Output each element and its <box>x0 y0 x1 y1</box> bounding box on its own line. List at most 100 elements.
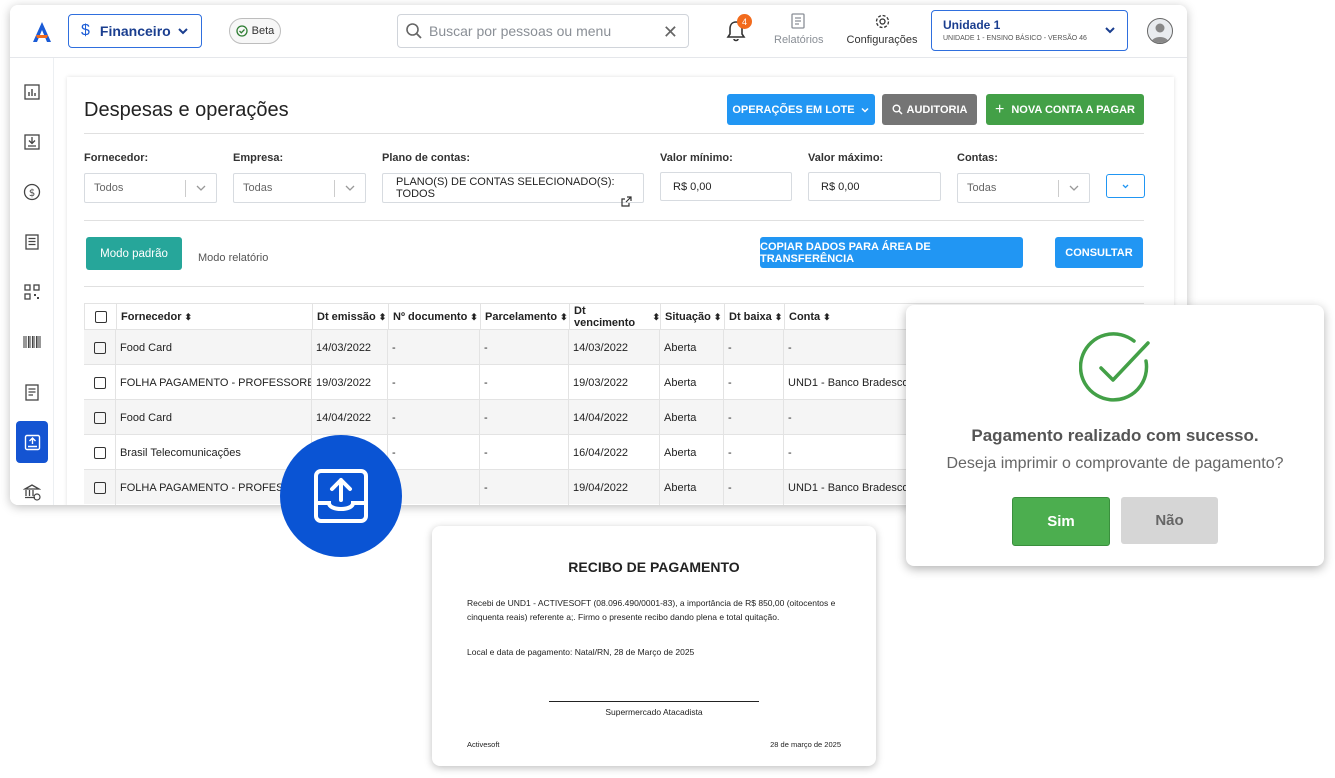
cell-supplier: Food Card <box>116 330 312 365</box>
payment-success-dialog: Pagamento realizado com sucesso. Deseja … <box>906 305 1324 566</box>
col-write-off-date[interactable]: Dt baixa ⬍ <box>725 304 785 330</box>
reports-link[interactable]: Relatórios <box>774 13 824 46</box>
decline-print-button[interactable]: Não <box>1121 497 1218 544</box>
query-button[interactable]: CONSULTAR <box>1055 237 1143 268</box>
cell-status: Aberta <box>660 400 724 435</box>
new-bill-button[interactable]: + NOVA CONTA A PAGAR <box>986 94 1144 125</box>
sidebar-item-barcode[interactable] <box>16 321 48 363</box>
accounts-select[interactable]: Todas <box>957 173 1090 203</box>
payment-receipt: RECIBO DE PAGAMENTO Recebi de UND1 - ACT… <box>432 526 876 766</box>
col-document-number[interactable]: Nº documento ⬍ <box>389 304 481 330</box>
cell-account: UND1 - Banco Bradesco <box>788 376 909 389</box>
audit-button[interactable]: AUDITORIA <box>882 94 977 125</box>
company-select[interactable]: Todas <box>233 173 366 203</box>
plus-icon: + <box>995 100 1005 118</box>
cell-supplier: FOLHA PAGAMENTO - PROFESSORES <box>116 365 312 400</box>
module-label: Financeiro <box>99 23 171 39</box>
min-value-label: Valor mínimo: <box>660 152 733 164</box>
receipt-place-date: Local e data de pagamento: Natal/RN, 28 … <box>467 647 695 657</box>
module-selector[interactable]: $ Financeiro <box>68 14 202 48</box>
row-checkbox[interactable] <box>93 411 106 424</box>
min-value-input[interactable]: R$ 0,00 <box>660 172 792 201</box>
select-separator <box>1058 180 1059 197</box>
settings-link[interactable]: Configurações <box>846 13 918 46</box>
app-logo-icon[interactable] <box>30 20 54 44</box>
sidebar-item-documents[interactable] <box>16 221 48 263</box>
unit-selector[interactable]: Unidade 1 UNIDADE 1 - ENSINO BÁSICO - VE… <box>931 10 1128 51</box>
sidebar-item-finance[interactable]: $ <box>16 171 48 213</box>
col-due-date[interactable]: Dt vencimento ⬍ <box>570 304 661 330</box>
cell-status: Aberta <box>660 330 724 365</box>
cell-write-off-date: - <box>724 435 784 470</box>
sidebar-item-qrcode[interactable] <box>16 271 48 313</box>
expand-filters-button[interactable] <box>1106 174 1145 198</box>
select-all-checkbox[interactable] <box>94 311 107 323</box>
col-supplier[interactable]: Fornecedor ⬍ <box>117 304 313 330</box>
check-circle-icon <box>236 25 248 37</box>
dollar-circle-icon: $ <box>23 183 41 201</box>
default-mode-button[interactable]: Modo padrão <box>86 237 182 270</box>
notification-count: 4 <box>737 14 752 29</box>
chevron-down-icon <box>1122 184 1129 188</box>
sort-icon: ⬍ <box>560 311 568 322</box>
sidebar-item-payments[interactable] <box>16 421 48 463</box>
sidebar-item-receipts[interactable] <box>16 371 48 413</box>
success-check-icon <box>1079 332 1150 402</box>
qr-code-icon <box>24 284 40 300</box>
chevron-down-icon <box>196 185 206 191</box>
top-bar: $ Financeiro Beta Buscar por pessoas ou … <box>10 5 1187 58</box>
dialog-subtitle: Deseja imprimir o comprovante de pagamen… <box>946 455 1284 472</box>
select-separator <box>334 180 335 197</box>
row-checkbox-cell <box>84 435 116 470</box>
company-value: Todas <box>243 182 273 194</box>
unit-detail: UNIDADE 1 - ENSINO BÁSICO - VERSÃO 46 <box>943 35 1087 42</box>
document-icon <box>791 13 805 29</box>
audit-label: AUDITORIA <box>906 103 968 116</box>
col-issue-date[interactable]: Dt emissão ⬍ <box>313 304 389 330</box>
sidebar-item-bank[interactable] <box>16 471 48 505</box>
copy-clipboard-button[interactable]: COPIAR DADOS PARA ÁREA DE TRANSFERÊNCIA <box>760 237 1023 268</box>
col-account[interactable]: Conta ⬍ <box>785 304 910 330</box>
row-checkbox[interactable] <box>93 376 106 389</box>
sidebar-item-receivables[interactable] <box>16 121 48 163</box>
row-checkbox-cell <box>84 400 116 435</box>
sidebar-item-dashboard[interactable] <box>16 71 48 113</box>
signature-name: Supermercado Atacadista <box>605 707 703 717</box>
report-mode-button[interactable]: Modo relatório <box>198 252 268 264</box>
cell-write-off-date: - <box>724 400 784 435</box>
settings-label: Configurações <box>846 34 918 46</box>
cell-installments: - <box>480 400 569 435</box>
payment-icon <box>24 434 40 450</box>
cell-installments: - <box>480 435 569 470</box>
row-checkbox[interactable] <box>93 341 106 354</box>
receipt-body: Recebi de UND1 - ACTIVESOFT (08.096.490/… <box>467 598 836 622</box>
dollar-icon: $ <box>81 22 90 39</box>
beta-badge[interactable]: Beta <box>229 18 281 44</box>
confirm-print-button[interactable]: Sim <box>1012 497 1110 546</box>
cell-due-date: 14/04/2022 <box>569 400 660 435</box>
unit-name: Unidade 1 <box>943 18 1001 32</box>
signature-line <box>549 701 759 702</box>
row-checkbox[interactable] <box>93 446 106 459</box>
external-link-icon[interactable] <box>621 196 632 207</box>
clear-search-icon[interactable]: ✕ <box>663 22 678 43</box>
col-installments[interactable]: Parcelamento ⬍ <box>481 304 570 330</box>
chevron-down-icon <box>345 185 355 191</box>
receipt-icon <box>25 383 39 401</box>
chart-of-accounts-field[interactable]: PLANO(S) DE CONTAS SELECIONADO(S): TODOS <box>382 173 644 207</box>
col-account-label: Conta <box>789 311 821 323</box>
max-value-input[interactable]: R$ 0,00 <box>808 172 941 201</box>
batch-operations-button[interactable]: OPERAÇÕES EM LOTE <box>727 94 875 125</box>
cell-installments: - <box>480 470 569 505</box>
receipt-title: RECIBO DE PAGAMENTO <box>568 559 740 575</box>
col-status[interactable]: Situação ⬍ <box>661 304 725 330</box>
user-avatar[interactable] <box>1147 18 1173 44</box>
supplier-select[interactable]: Todos <box>84 173 217 203</box>
cell-due-date: 16/04/2022 <box>569 435 660 470</box>
cell-supplier: Food Card <box>116 400 312 435</box>
row-checkbox[interactable] <box>93 481 106 494</box>
chart-of-accounts-label: Plano de contas: <box>382 152 471 164</box>
search-input[interactable]: Buscar por pessoas ou menu ✕ <box>397 14 689 48</box>
sort-icon: ⬍ <box>774 311 783 322</box>
beta-label: Beta <box>251 25 275 37</box>
